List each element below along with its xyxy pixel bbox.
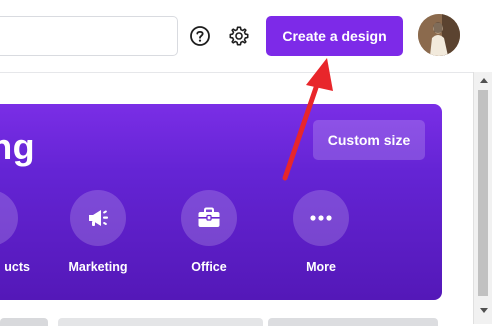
- category-products[interactable]: ucts: [0, 190, 30, 274]
- products-icon: [0, 190, 18, 246]
- category-icon-circle: [293, 190, 349, 246]
- vertical-scrollbar[interactable]: [473, 72, 492, 324]
- category-label: ucts: [4, 260, 30, 274]
- banner-title: ing: [0, 126, 35, 167]
- search-input[interactable]: [0, 16, 178, 56]
- more-dots-icon: [310, 215, 332, 221]
- category-office[interactable]: Office: [169, 190, 249, 274]
- template-card[interactable]: [58, 318, 263, 326]
- scrollbar-thumb[interactable]: [478, 90, 488, 296]
- top-navigation-bar: Create a design: [0, 0, 492, 72]
- category-label: More: [306, 260, 336, 274]
- question-circle-icon: [190, 26, 210, 46]
- template-card[interactable]: [0, 318, 48, 326]
- topbar-divider: [0, 72, 473, 73]
- user-avatar[interactable]: [418, 14, 460, 56]
- template-card[interactable]: [268, 318, 438, 326]
- briefcase-icon: [198, 207, 220, 227]
- scroll-up-arrow-icon[interactable]: [480, 78, 488, 83]
- category-icon-circle: [181, 190, 237, 246]
- design-categories-banner: ing Custom size ucts Marketing Off: [0, 104, 442, 300]
- category-label: Office: [191, 260, 227, 274]
- megaphone-icon: [89, 210, 108, 226]
- custom-size-button[interactable]: Custom size: [313, 120, 425, 160]
- settings-button[interactable]: [227, 24, 251, 48]
- help-button[interactable]: [188, 24, 212, 48]
- avatar-photo: [418, 14, 460, 56]
- category-icon-circle: [70, 190, 126, 246]
- category-more[interactable]: More: [281, 190, 361, 274]
- category-label: Marketing: [68, 260, 128, 274]
- category-marketing[interactable]: Marketing: [58, 190, 138, 274]
- create-a-design-button[interactable]: Create a design: [266, 16, 403, 56]
- scroll-down-arrow-icon[interactable]: [480, 308, 488, 313]
- gear-icon: [229, 26, 249, 46]
